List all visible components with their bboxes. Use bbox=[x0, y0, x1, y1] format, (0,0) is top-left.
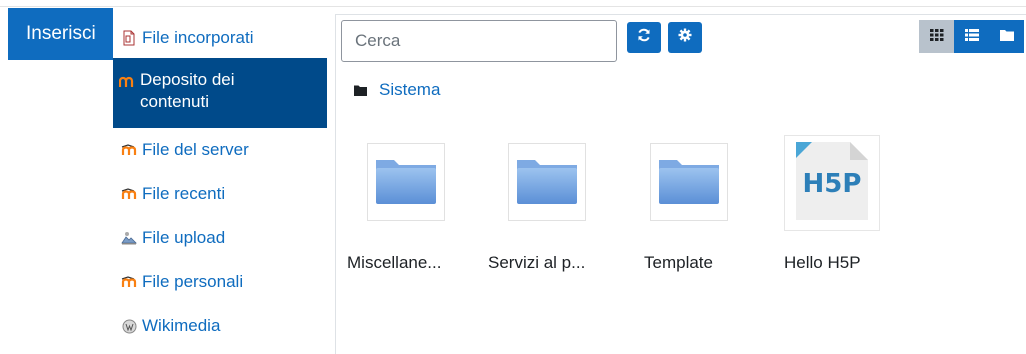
moodle-private-icon bbox=[121, 274, 137, 290]
wikimedia-icon bbox=[121, 318, 137, 334]
view-mode-group bbox=[919, 20, 1024, 53]
refresh-icon bbox=[637, 28, 651, 47]
folder-icon bbox=[657, 154, 721, 211]
list-view-icon bbox=[964, 28, 979, 46]
folder-thumbnail bbox=[650, 143, 728, 221]
sidebar-item-recent-files[interactable]: File recenti bbox=[113, 172, 327, 216]
sidebar-item-wikimedia[interactable]: Wikimedia bbox=[113, 304, 327, 348]
content-bank-icon bbox=[119, 74, 135, 90]
embedded-files-icon bbox=[121, 30, 137, 46]
gear-icon bbox=[678, 28, 692, 47]
settings-button[interactable] bbox=[668, 22, 702, 53]
folder-view-button[interactable] bbox=[989, 20, 1024, 53]
folder-icon bbox=[374, 154, 438, 211]
breadcrumb-label: Sistema bbox=[379, 80, 441, 99]
repository-sidebar: File incorporati Deposito dei contenuti … bbox=[113, 16, 327, 354]
file-name: Template bbox=[644, 253, 713, 272]
moodle-server-icon bbox=[121, 142, 137, 158]
sidebar-item-content-bank[interactable]: Deposito dei contenuti bbox=[113, 58, 327, 128]
refresh-button[interactable] bbox=[627, 22, 661, 53]
folder-icon bbox=[354, 85, 367, 96]
sidebar-item-label: File personali bbox=[142, 272, 244, 291]
folder-icon bbox=[515, 154, 579, 211]
moodle-recent-icon bbox=[121, 186, 137, 202]
sidebar-item-label: Wikimedia bbox=[142, 316, 221, 335]
sidebar-item-label: File del server bbox=[142, 140, 249, 159]
sidebar-item-server-files[interactable]: File del server bbox=[113, 128, 327, 172]
grid-view-icon bbox=[929, 28, 944, 46]
sidebar-item-label: File recenti bbox=[142, 184, 226, 203]
top-divider bbox=[0, 6, 1026, 7]
h5p-file-icon: H5P bbox=[792, 138, 872, 229]
sidebar-item-embedded-files[interactable]: File incorporati bbox=[113, 16, 327, 60]
search-input[interactable] bbox=[341, 20, 617, 62]
h5p-thumbnail: H5P bbox=[784, 135, 880, 231]
h5p-logo-text: H5P bbox=[803, 169, 862, 199]
upload-icon bbox=[121, 230, 137, 246]
sidebar-item-label-line2: contenuti bbox=[140, 92, 209, 111]
folder-view-icon bbox=[999, 28, 1014, 46]
insert-tab[interactable]: Inserisci bbox=[8, 8, 113, 60]
sidebar-item-label: File upload bbox=[142, 228, 226, 247]
folder-thumbnail bbox=[508, 143, 586, 221]
sidebar-item-private-files[interactable]: File personali bbox=[113, 260, 327, 304]
sidebar-item-label: File incorporati bbox=[142, 28, 254, 47]
breadcrumb[interactable]: Sistema bbox=[354, 80, 440, 100]
list-view-button[interactable] bbox=[954, 20, 989, 53]
file-name: Miscellane... bbox=[347, 253, 442, 272]
file-name: Hello H5P bbox=[784, 253, 861, 272]
sidebar-item-label-line1: Deposito dei bbox=[140, 70, 235, 89]
file-name: Servizi al p... bbox=[488, 253, 586, 272]
grid-view-button[interactable] bbox=[919, 20, 954, 53]
sidebar-item-file-upload[interactable]: File upload bbox=[113, 216, 327, 260]
folder-thumbnail bbox=[367, 143, 445, 221]
